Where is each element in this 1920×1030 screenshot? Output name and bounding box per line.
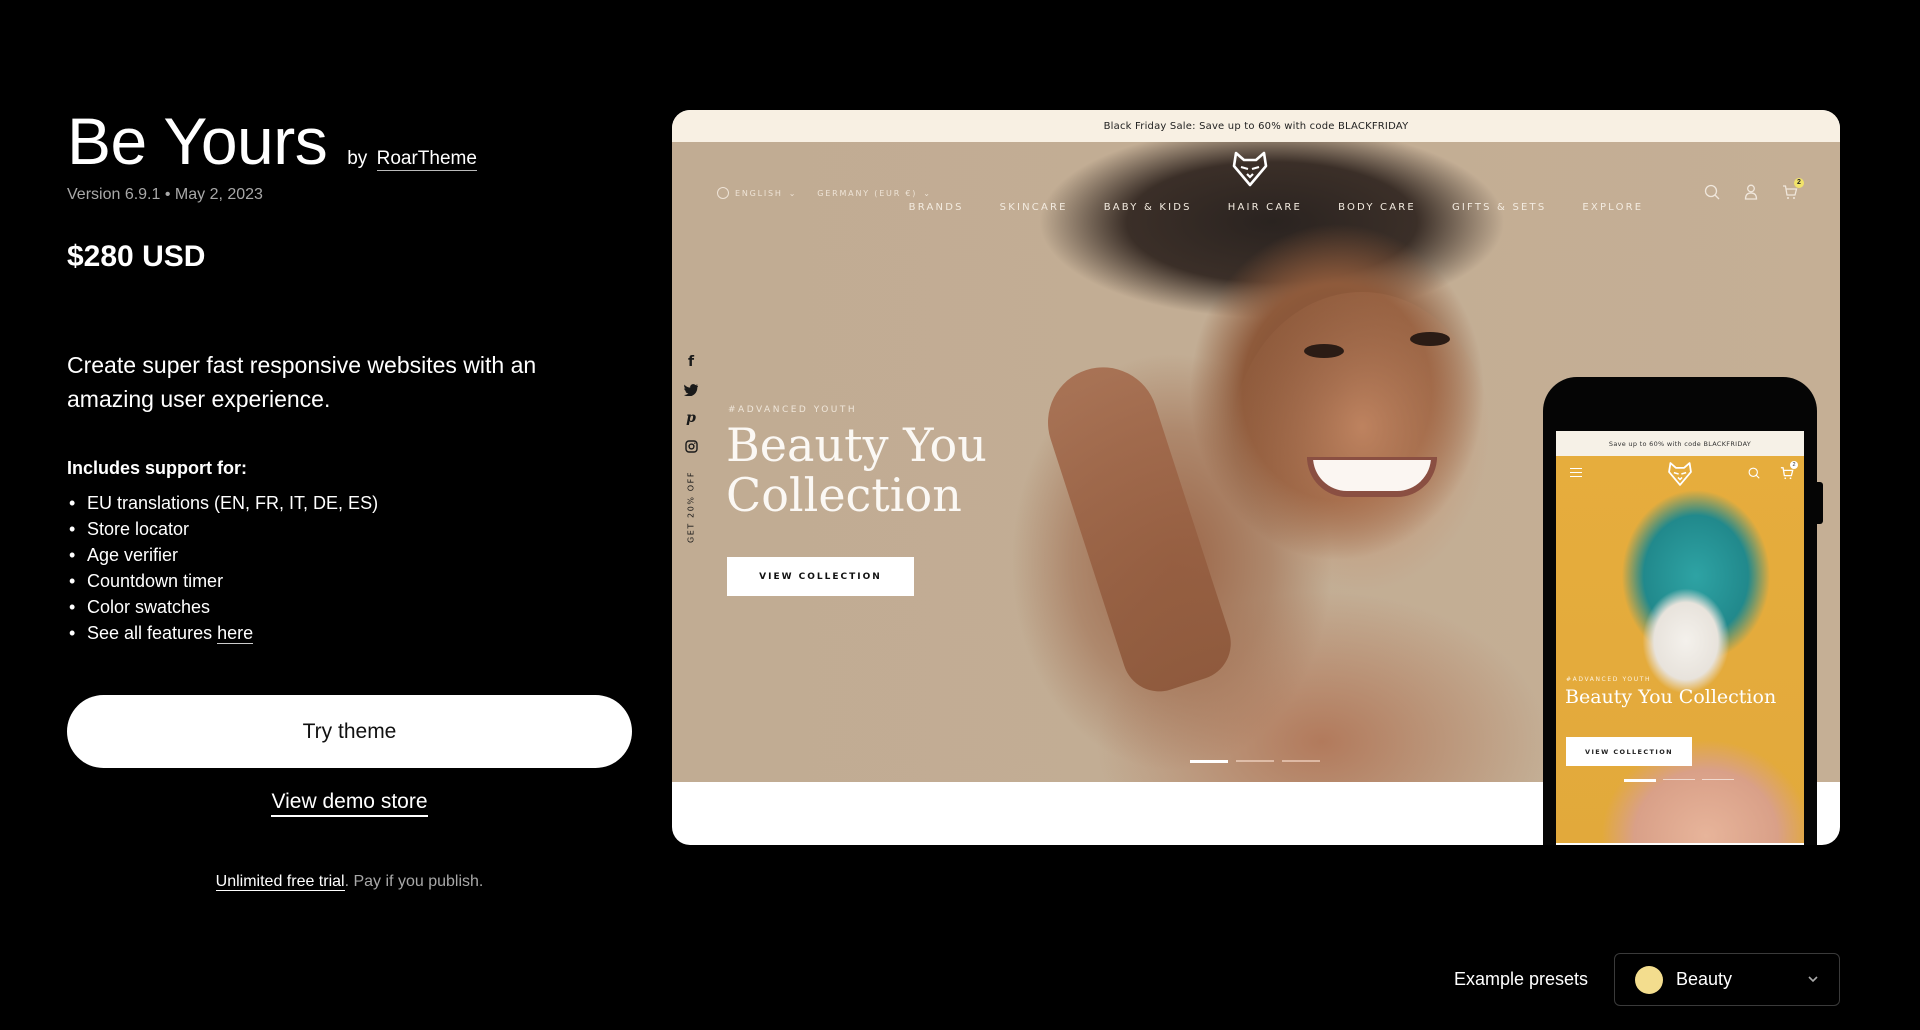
nav-item-brands[interactable]: BRANDS: [909, 202, 964, 213]
feature-item: Store locator: [67, 516, 378, 542]
nav-item-baby-kids[interactable]: BABY & KIDS: [1104, 202, 1192, 213]
title-row: Be Yours by RoarTheme: [67, 108, 477, 174]
locale-selectors: ENGLISH ⌄ GERMANY (EUR €) ⌄: [717, 187, 946, 199]
language-selector[interactable]: ENGLISH: [735, 189, 783, 198]
price: $280 USD: [67, 240, 206, 273]
feature-item: Color swatches: [67, 594, 378, 620]
feature-item: Countdown timer: [67, 568, 378, 594]
fox-logo-icon[interactable]: [1666, 461, 1694, 487]
demo-link-wrap: View demo store: [67, 790, 632, 817]
mobile-screen: Save up to 60% with code BLACKFRIDAY 2 #…: [1556, 431, 1804, 845]
hero-tag: #ADVANCED YOUTH: [728, 405, 858, 415]
mobile-hero-tag: #ADVANCED YOUTH: [1566, 676, 1652, 683]
see-all-features-link[interactable]: here: [217, 623, 254, 644]
includes-heading: Includes support for:: [67, 458, 247, 478]
feature-item-see-all: See all features here: [67, 620, 378, 646]
slide-dot[interactable]: [1702, 779, 1734, 780]
feature-item: EU translations (EN, FR, IT, DE, ES): [67, 490, 378, 516]
hero-image-eye: [1304, 344, 1344, 358]
view-demo-store-link[interactable]: View demo store: [271, 790, 428, 817]
chevron-down-icon: ⌄: [788, 188, 798, 198]
mobile-view-collection-button[interactable]: VIEW COLLECTION: [1566, 737, 1692, 766]
nav-item-body-care[interactable]: BODY CARE: [1338, 202, 1416, 213]
search-icon[interactable]: [1704, 184, 1720, 200]
mobile-slider-pagination: [1624, 779, 1734, 782]
mobile-hero: 2 #ADVANCED YOUTH Beauty You Collection …: [1556, 456, 1804, 845]
preset-color-swatch: [1635, 965, 1663, 994]
hero-image-face: [1232, 292, 1492, 592]
version-info: Version 6.9.1 • May 2, 2023: [67, 186, 263, 203]
hamburger-menu-icon[interactable]: [1570, 468, 1582, 477]
chevron-down-icon: ⌄: [923, 188, 932, 198]
mobile-announcement-bar: Save up to 60% with code BLACKFRIDAY: [1556, 431, 1804, 456]
author-line: by RoarTheme: [347, 148, 477, 171]
pinterest-icon[interactable]: p: [686, 410, 696, 426]
trial-suffix: . Pay if you publish.: [344, 873, 484, 890]
theme-description: Create super fast responsive websites wi…: [67, 352, 537, 412]
slide-dot-active[interactable]: [1190, 760, 1228, 763]
twitter-icon[interactable]: [684, 384, 698, 396]
preset-dropdown[interactable]: Beauty: [1614, 953, 1840, 1006]
try-theme-button[interactable]: Try theme: [67, 695, 632, 768]
desktop-preview: Black Friday Sale: Save up to 60% with c…: [672, 110, 1840, 845]
search-icon[interactable]: [1748, 467, 1760, 479]
example-presets-label: Example presets: [1454, 969, 1589, 989]
hero-image-smile: [1307, 457, 1437, 497]
main-nav: BRANDS SKINCARE BABY & KIDS HAIR CARE BO…: [672, 202, 1840, 213]
mobile-content-below: [1556, 843, 1804, 845]
chevron-down-icon: [1808, 976, 1818, 983]
feature-list: EU translations (EN, FR, IT, DE, ES) Sto…: [67, 490, 378, 646]
cart-count-badge: 2: [1794, 178, 1804, 188]
theme-title: Be Yours: [67, 104, 328, 178]
country-selector[interactable]: GERMANY (EUR €): [817, 189, 917, 198]
side-promo-text: GET 20% OFF: [686, 470, 696, 544]
feature-item: Age verifier: [67, 542, 378, 568]
see-all-text: See all features: [87, 623, 218, 643]
by-prefix: by: [347, 148, 368, 169]
nav-item-gifts-sets[interactable]: GIFTS & SETS: [1452, 202, 1546, 213]
facebook-icon[interactable]: f: [688, 354, 694, 370]
phone-side-button: [1817, 482, 1823, 524]
globe-icon: [717, 187, 729, 199]
trial-note: Unlimited free trial. Pay if you publish…: [67, 873, 632, 891]
mobile-hero-title: Beauty You Collection: [1565, 686, 1777, 708]
slide-dot[interactable]: [1282, 760, 1320, 762]
cart-button[interactable]: 2: [1782, 178, 1804, 200]
nav-item-hair-care[interactable]: HAIR CARE: [1228, 202, 1302, 213]
unlimited-free-trial-link[interactable]: Unlimited free trial: [215, 873, 345, 891]
cart-count-badge: 2: [1790, 461, 1798, 469]
slide-dot-active[interactable]: [1624, 779, 1656, 782]
slider-pagination: [1190, 760, 1320, 763]
hero-image-hand: [1033, 353, 1241, 701]
slide-dot[interactable]: [1663, 779, 1695, 780]
slide-dot[interactable]: [1236, 760, 1274, 762]
preset-selected-value: Beauty: [1676, 969, 1733, 989]
author-link[interactable]: RoarTheme: [376, 148, 477, 171]
fox-logo-icon[interactable]: [1230, 150, 1270, 188]
mobile-preview: Save up to 60% with code BLACKFRIDAY 2 #…: [1543, 377, 1817, 845]
nav-item-skincare[interactable]: SKINCARE: [1000, 202, 1068, 213]
header-icons: 2: [1704, 178, 1804, 200]
hero-image-eye: [1410, 332, 1450, 346]
nav-item-explore[interactable]: EXPLORE: [1582, 202, 1643, 213]
hero-title: Beauty You Collection: [726, 418, 987, 522]
announcement-bar: Black Friday Sale: Save up to 60% with c…: [672, 110, 1840, 142]
social-links: f p: [682, 354, 700, 453]
account-icon[interactable]: [1744, 184, 1758, 200]
instagram-icon[interactable]: [684, 440, 698, 453]
view-collection-button[interactable]: VIEW COLLECTION: [727, 557, 914, 596]
side-promo[interactable]: GET 20% OFF: [682, 470, 700, 544]
